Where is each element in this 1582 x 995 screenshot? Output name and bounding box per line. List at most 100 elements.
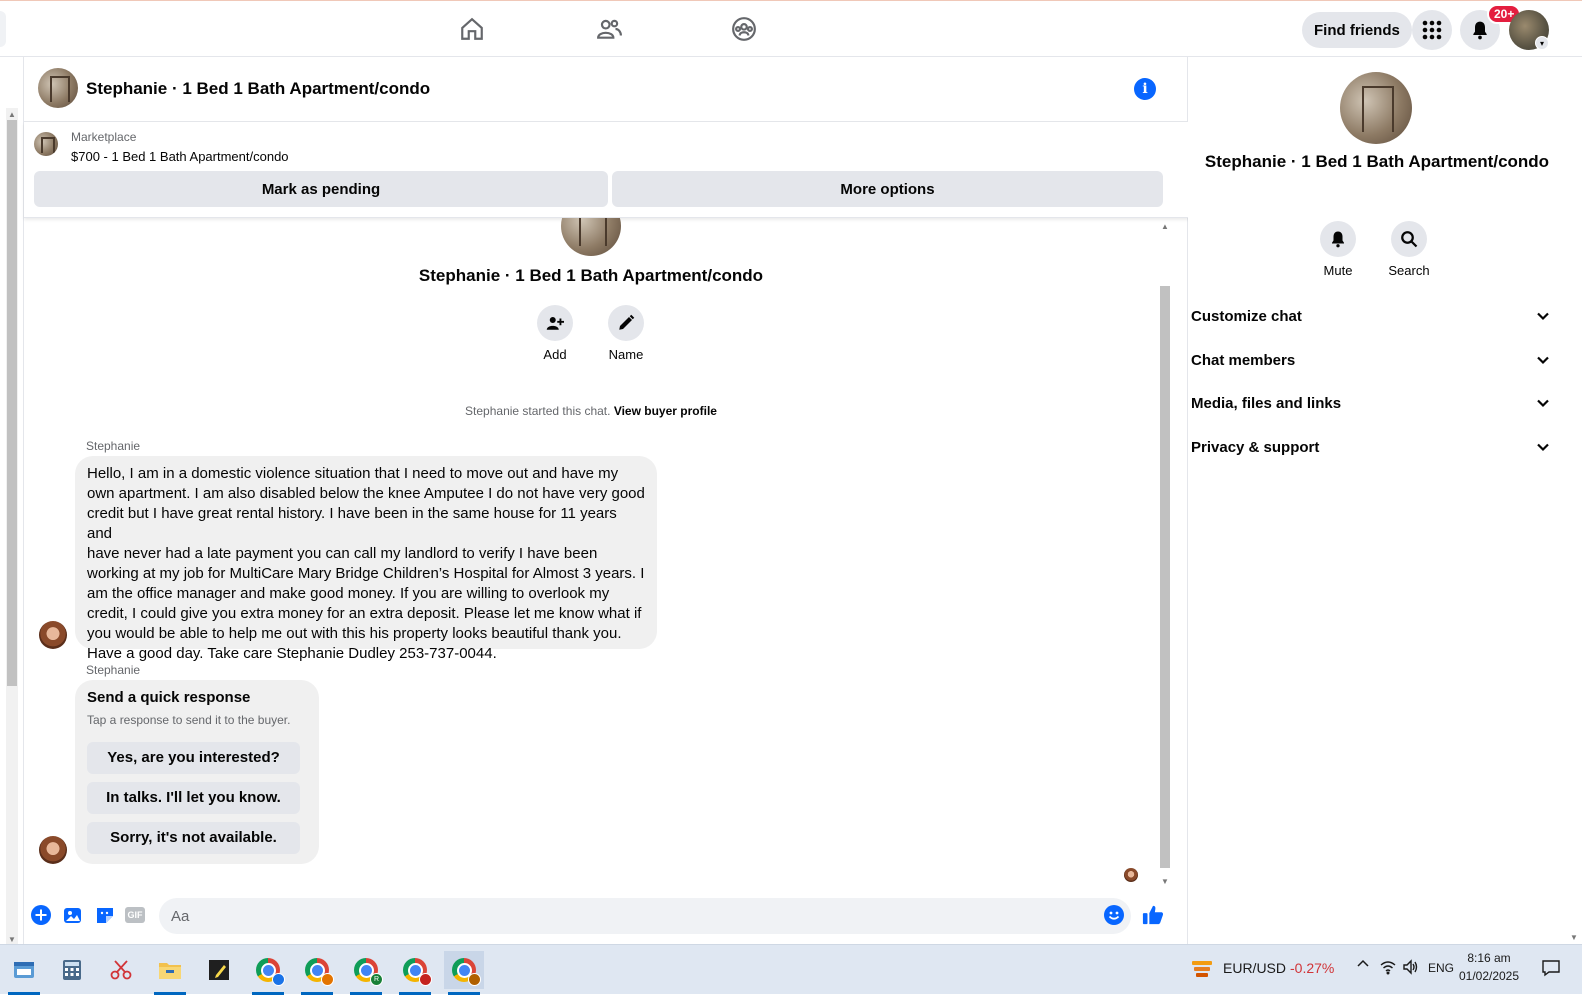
customize-chat-section[interactable]: Customize chat: [1188, 296, 1550, 336]
scroll-up-arrow-icon[interactable]: ▲: [8, 110, 16, 119]
scroll-down-arrow-icon[interactable]: ▼: [1161, 877, 1169, 886]
emoji-icon[interactable]: [1103, 904, 1125, 926]
message-line: you would be able to help me out with th…: [87, 625, 622, 642]
taskbar-app-chrome-icon[interactable]: [395, 951, 435, 995]
taskbar-app-chrome-icon[interactable]: [444, 951, 484, 995]
bell-icon[interactable]: [1320, 221, 1356, 257]
left-edge-tab: [0, 11, 6, 47]
like-icon[interactable]: [1142, 904, 1164, 926]
quick-response-option[interactable]: In talks. I'll let you know.: [87, 782, 300, 814]
sender-avatar[interactable]: [39, 836, 67, 864]
gif-label: GIF: [125, 907, 145, 923]
mute-action[interactable]: Mute: [1303, 221, 1373, 278]
message-line: own apartment. I am also disabled below …: [87, 485, 645, 502]
listing-title[interactable]: $700 - 1 Bed 1 Bath Apartment/condo: [71, 149, 289, 164]
wifi-icon[interactable]: [1380, 959, 1396, 980]
details-avatar[interactable]: [1340, 72, 1412, 144]
chevron-down-icon: [1537, 443, 1549, 452]
chat-details-panel: Stephanie · 1 Bed 1 Bath Apartment/condo…: [1188, 57, 1566, 944]
sender-avatar[interactable]: [39, 621, 67, 649]
groups-icon[interactable]: [730, 15, 758, 43]
message-composer: GIF: [24, 888, 1189, 944]
message-input[interactable]: [159, 898, 1131, 934]
right-scrollbar[interactable]: ▼: [1566, 57, 1582, 944]
details-name: Stephanie · 1 Bed 1 Bath Apartment/condo: [1204, 152, 1550, 171]
chat-header: Stephanie · 1 Bed 1 Bath Apartment/condo…: [24, 57, 1189, 122]
plus-icon[interactable]: [30, 904, 52, 926]
chevron-up-icon[interactable]: [1356, 957, 1370, 974]
chat-avatar[interactable]: [38, 68, 78, 108]
profile-mini-icon: [468, 973, 481, 986]
taskbar-app-chrome-icon[interactable]: R: [346, 951, 386, 995]
chevron-down-icon[interactable]: ▾: [1535, 36, 1549, 50]
friends-icon[interactable]: [595, 15, 623, 43]
message-line: Have a good day. Take care Stephanie Dud…: [87, 645, 497, 662]
search-action[interactable]: Search: [1374, 221, 1444, 278]
profile-mini-icon: [321, 973, 334, 986]
info-icon[interactable]: i: [1134, 78, 1156, 100]
notification-center-icon[interactable]: [1541, 958, 1561, 983]
add-label: Add: [543, 347, 567, 362]
chat-title[interactable]: Stephanie · 1 Bed 1 Bath Apartment/condo: [86, 79, 430, 99]
taskbar-app-chrome-icon[interactable]: [248, 951, 288, 995]
more-options-button[interactable]: More options: [612, 171, 1163, 207]
system-clock[interactable]: 8:16 am 01/02/2025: [1454, 949, 1524, 985]
left-scrollbar[interactable]: ▲ ▼: [6, 108, 18, 944]
message-line: am the office manager and make good mone…: [87, 585, 610, 602]
find-friends-button[interactable]: Find friends: [1302, 12, 1412, 48]
view-buyer-profile-link[interactable]: View buyer profile: [614, 404, 717, 418]
add-people-action[interactable]: Add: [520, 305, 590, 362]
scroll-up-arrow-icon[interactable]: ▲: [1161, 222, 1169, 231]
search-icon[interactable]: [1391, 221, 1427, 257]
scrollbar-thumb[interactable]: [7, 120, 17, 686]
pencil-icon[interactable]: [608, 305, 644, 341]
sticker-icon[interactable]: [94, 904, 116, 926]
chrome-icon: [256, 958, 285, 986]
profile-mini-icon: R: [370, 973, 383, 986]
privacy-support-section[interactable]: Privacy & support: [1188, 427, 1550, 467]
mark-as-pending-button[interactable]: Mark as pending: [34, 171, 608, 207]
scrollbar-thumb[interactable]: [1160, 286, 1170, 868]
add-person-icon[interactable]: [537, 305, 573, 341]
scroll-down-arrow-icon[interactable]: ▼: [8, 935, 16, 944]
photo-icon[interactable]: [62, 904, 84, 926]
name-chat-action[interactable]: Name: [591, 305, 661, 362]
listing-thumbnail[interactable]: [34, 132, 58, 156]
profile-mini-icon: [419, 973, 432, 986]
name-label: Name: [608, 347, 644, 362]
marketplace-banner: Marketplace $700 - 1 Bed 1 Bath Apartmen…: [24, 122, 1189, 218]
chrome-icon: [403, 958, 432, 986]
section-label: Chat members: [1191, 351, 1296, 369]
quick-response-option[interactable]: Sorry, it's not available.: [87, 822, 300, 854]
clock-date: 01/02/2025: [1458, 969, 1520, 983]
quick-response-card: Send a quick response Tap a response to …: [75, 680, 319, 864]
taskbar-app-file-explorer-icon[interactable]: [150, 951, 190, 995]
chrome-icon: R: [354, 958, 383, 986]
chrome-icon: [305, 958, 334, 986]
message-line: credit, I could give you extra money for…: [87, 605, 642, 622]
gif-icon[interactable]: GIF: [124, 904, 146, 926]
message-line: credit but I have great rental history. …: [87, 505, 617, 542]
scroll-down-arrow-icon[interactable]: ▼: [1570, 933, 1578, 942]
section-label: Media, files and links: [1191, 394, 1342, 412]
taskbar-app-calculator-icon[interactable]: [52, 951, 92, 989]
message-bubble[interactable]: Hello, I am in a domestic violence situa…: [75, 456, 657, 662]
home-icon[interactable]: [458, 15, 486, 43]
taskbar-app-sticky-notes-icon[interactable]: [199, 951, 239, 989]
volume-icon[interactable]: [1402, 959, 1418, 980]
chat-members-section[interactable]: Chat members: [1188, 340, 1550, 380]
search-label: Search: [1388, 263, 1430, 278]
stocks-widget-icon[interactable]: [1190, 957, 1214, 986]
menu-grid-icon[interactable]: [1412, 10, 1452, 50]
media-files-links-section[interactable]: Media, files and links: [1188, 383, 1550, 423]
taskbar-app-browser-window-icon[interactable]: [4, 951, 44, 995]
chrome-icon: [452, 958, 481, 986]
message-scrollbar[interactable]: ▲ ▼: [1158, 218, 1172, 888]
taskbar-app-snipping-tool-icon[interactable]: [101, 951, 141, 989]
currency-pair[interactable]: EUR/USD: [1223, 960, 1286, 976]
chat-started-note: Stephanie started this chat. View buyer …: [24, 404, 1158, 418]
chevron-down-icon: [1537, 312, 1549, 321]
quick-response-option[interactable]: Yes, are you interested?: [87, 742, 300, 774]
language-indicator[interactable]: ENG: [1428, 961, 1454, 975]
taskbar-app-chrome-icon[interactable]: [297, 951, 337, 995]
